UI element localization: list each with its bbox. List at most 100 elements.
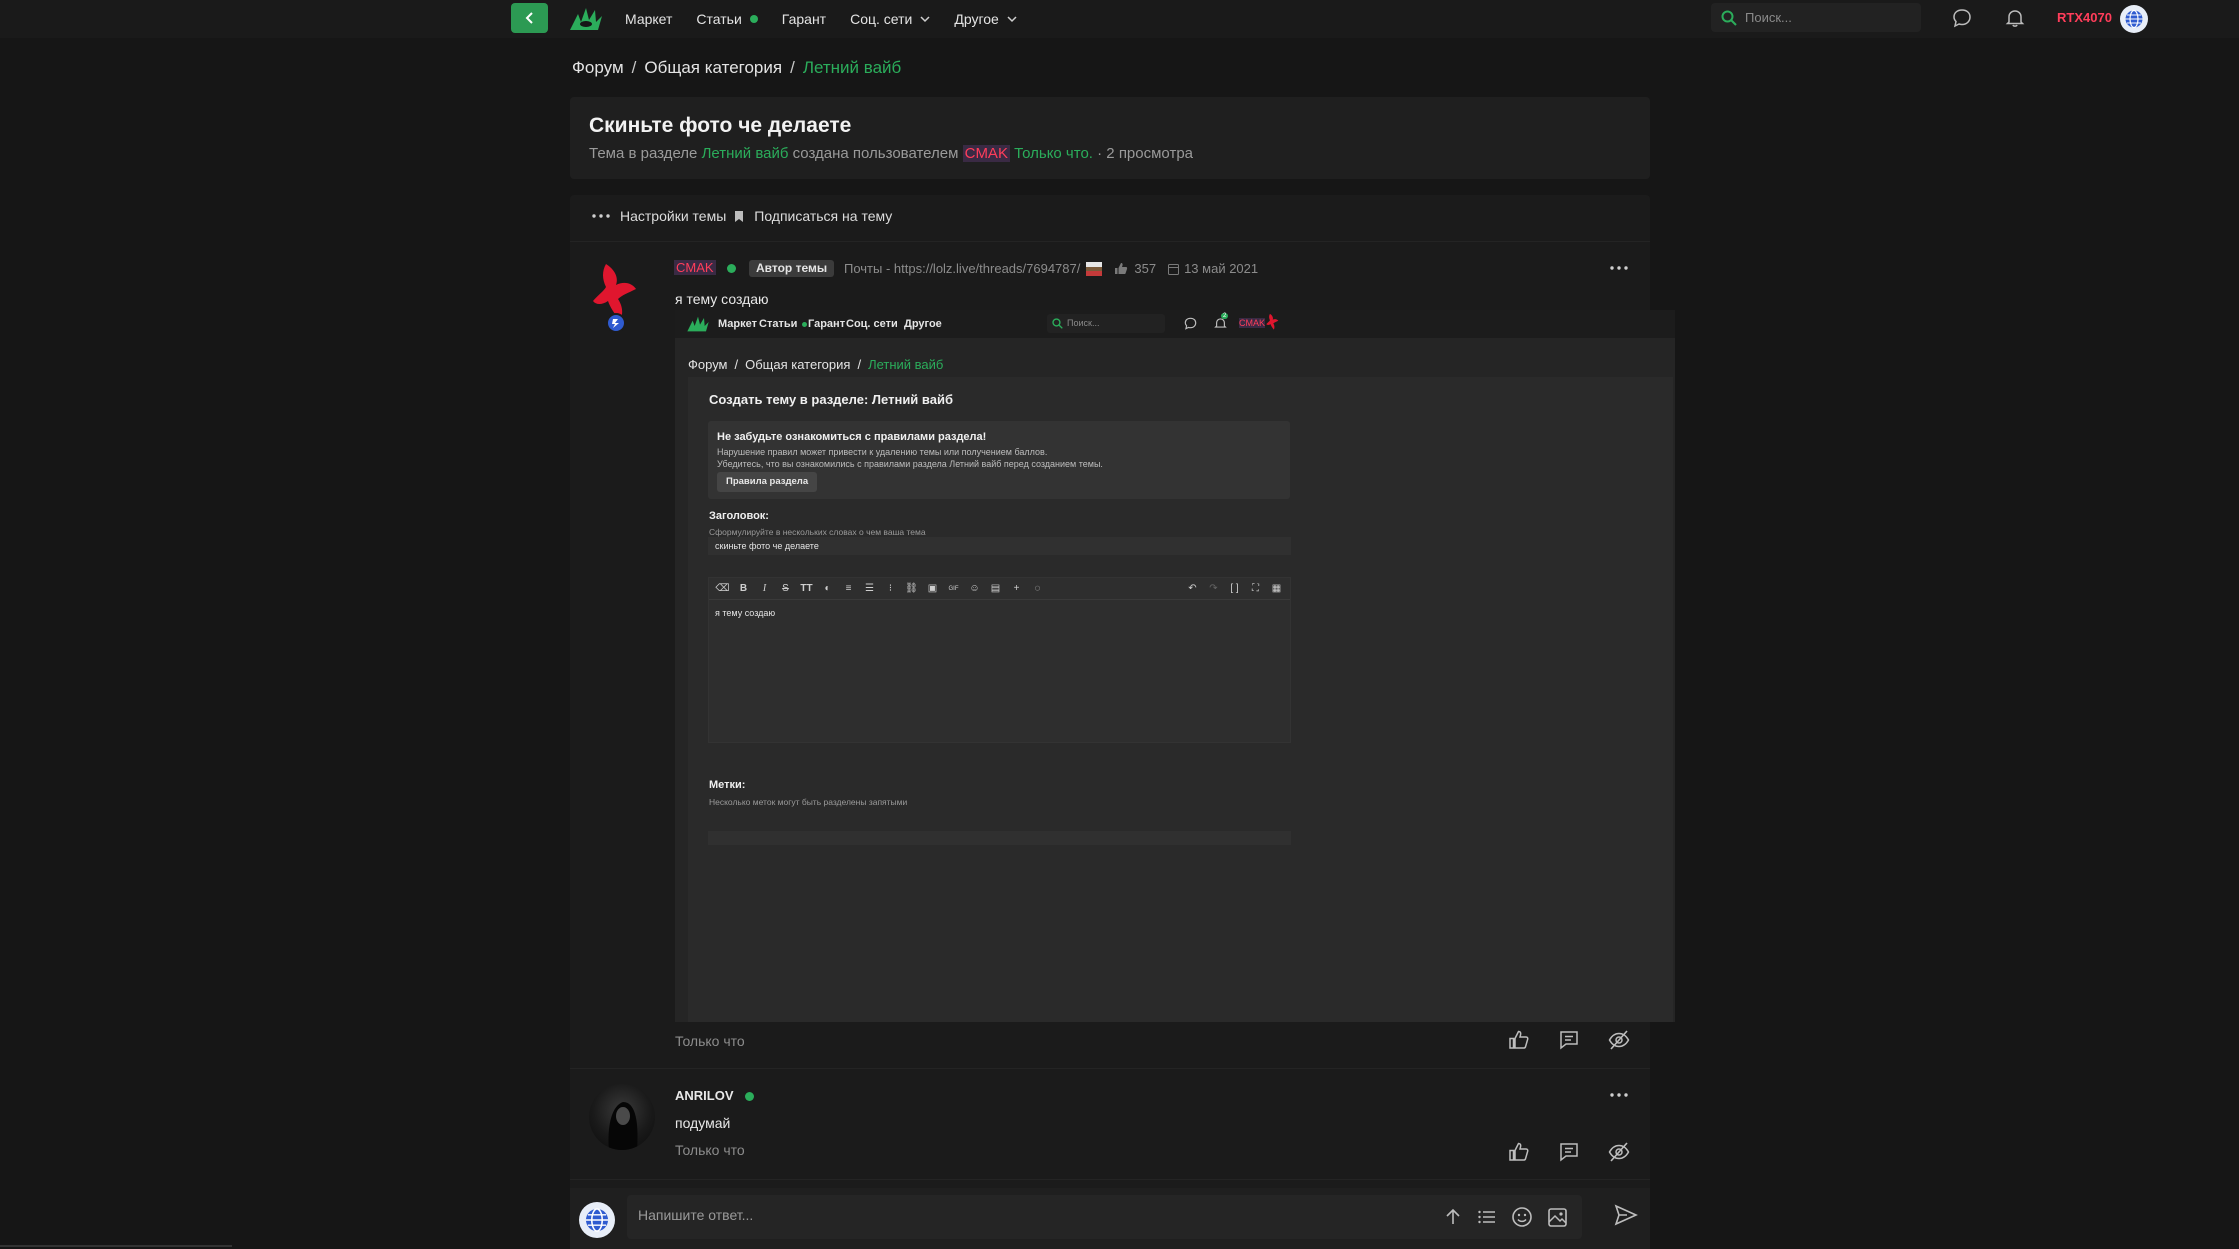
reply-input[interactable] [638,1207,1198,1223]
nav-item-other[interactable]: Другое [954,0,1017,38]
globe-avatar-icon [585,1208,609,1232]
nav-item-social[interactable]: Соц. сети [850,0,930,38]
meta-section-link[interactable]: Летний вайб [702,145,789,162]
like-icon[interactable] [1508,1029,1530,1051]
username-link[interactable]: RTX4070 [2057,10,2112,25]
post-actions [1508,1141,1630,1163]
register-date: 13 май 2021 [1184,261,1259,276]
breadcrumb-separator: / [631,58,637,77]
eraser-icon: ⌫ [715,583,730,594]
notification-count: 2 [1221,313,1229,319]
chevron-left-icon [525,12,533,24]
color-icon: ◐ [824,583,831,594]
top-navbar: Маркет Статьи Гарант Соц. сети Другое RT… [0,0,2239,38]
hide-eye-icon[interactable] [1608,1141,1630,1163]
meta-views: · 2 просмотра [1097,145,1193,162]
new-indicator-dot [802,321,808,327]
nav-label: Другое [954,11,999,27]
site-logo[interactable] [568,0,608,38]
post-more-icon[interactable] [1610,1093,1628,1097]
emoji-icon: ☺ [969,583,980,594]
reply-icon[interactable] [1558,1029,1580,1051]
list-icon[interactable] [1477,1207,1497,1227]
reply-bar [570,1188,1650,1249]
font-size-icon: TT [800,583,813,594]
calendar-icon [1168,263,1180,275]
thread-title: Скиньте фото че делаете [589,114,852,137]
save-draft-icon: ▦ [1271,583,1282,594]
divider [0,1245,232,1247]
post-text: я тему создаю [675,291,769,307]
meta-time: Только что. [1014,145,1093,162]
thread-settings-link[interactable]: Настройки темы [620,208,726,224]
likes-count: 357 [1134,261,1157,276]
reply-box[interactable] [627,1195,1582,1239]
breadcrumb-separator: / [790,58,795,77]
nav-item-market[interactable]: Маркет [625,0,672,38]
nav-item-guarantor[interactable]: Гарант [782,0,826,38]
arrow-up-icon[interactable] [1443,1207,1463,1227]
author-badge: Автор темы [749,260,835,277]
breadcrumb-item: Форум [688,357,728,372]
search-input[interactable] [1745,10,1905,25]
breadcrumb-forum[interactable]: Форум [572,58,624,78]
breadcrumb-category[interactable]: Общая категория [644,58,782,78]
bullet-list-icon: ☰ [865,583,874,594]
post-username[interactable]: CMAK [674,260,716,275]
user-avatar[interactable] [2120,5,2148,33]
back-button[interactable] [511,3,548,33]
chat-icon[interactable] [1952,8,1972,28]
hide-eye-icon[interactable] [1608,1029,1630,1051]
italic-icon: I [762,583,767,594]
main-nav: Маркет Статьи Гарант Соц. сети Другое [625,0,1041,38]
send-icon[interactable] [1614,1204,1638,1226]
post-time: Только что [675,1142,745,1158]
globe-avatar-icon [2125,9,2143,29]
editor-toolbar: ⌫ B I S TT ◐ ≡ ☰ ⁝ ⛓ ▣ GIF ☺ ▤ + ◌ ↶ ↷ [… [709,578,1290,600]
emoji-icon[interactable] [1511,1206,1533,1228]
flag-icon [1086,261,1103,276]
post-more-icon[interactable] [1610,266,1628,270]
bookmark-icon [735,210,744,222]
breadcrumb-current[interactable]: Летний вайб [803,58,901,78]
post-embedded-screenshot[interactable]: Маркет Статьи Гарант Соц. сети Другое По… [675,310,1675,1022]
post-avatar[interactable] [589,1084,655,1150]
align-icon: ≡ [845,583,852,594]
subscribe-link[interactable]: Подписаться на тему [754,208,892,224]
post-avatar[interactable] [592,261,642,333]
search-box[interactable] [1711,3,1921,32]
tags-label: Метки: [709,779,746,791]
embedded-nav-item: Другое [904,318,942,330]
title-input: скиньте фото че делаете [708,537,1291,555]
online-indicator [727,264,736,273]
thread-meta: Тема в разделе Летний вайб создана польз… [589,145,1193,162]
undo-icon: ↶ [1188,583,1197,594]
post-username[interactable]: ANRILOV [675,1088,734,1103]
notice-line: Убедитесь, что вы ознакомились с правила… [717,459,1103,469]
fullscreen-icon: ⛶ [1252,583,1259,594]
chevron-down-icon [920,15,930,22]
notice-line: Нарушение правил может привести к удален… [717,447,1048,457]
search-icon [1052,318,1063,329]
media-icon: ▤ [990,583,1001,594]
reply-icon[interactable] [1558,1141,1580,1163]
hide-icon: ◌ [1034,583,1041,594]
like-icon[interactable] [1508,1141,1530,1163]
embedded-nav-item: Соц. сети [846,318,898,330]
image-upload-icon[interactable] [1547,1207,1568,1228]
nav-item-articles[interactable]: Статьи [696,0,758,38]
notice-title: Не забудьте ознакомиться с правилами раз… [717,431,987,443]
bell-icon[interactable] [2005,8,2025,28]
tags-hint: Несколько меток могут быть разделены зап… [709,797,908,807]
bbcode-icon: [ ] [1230,583,1239,594]
logo-icon [570,8,602,30]
user-avatar[interactable] [579,1202,615,1238]
meta-author-link[interactable]: CMAK [962,145,1010,162]
gif-icon: GIF [948,585,959,592]
logo-icon [687,316,709,332]
nav-label: Статьи [696,11,742,27]
image-icon: ▣ [927,583,938,594]
plus-icon: + [1013,583,1020,594]
embedded-username: CMAK [1239,318,1266,328]
breadcrumb-item: Общая категория [745,357,851,372]
